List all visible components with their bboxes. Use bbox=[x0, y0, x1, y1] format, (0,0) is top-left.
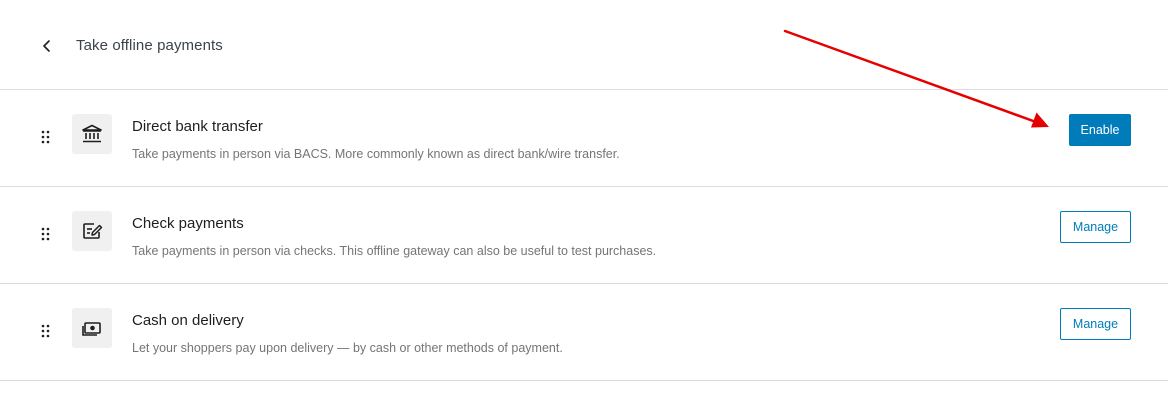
bank-icon bbox=[82, 124, 102, 143]
check-icon bbox=[83, 223, 103, 239]
page-header: Take offline payments bbox=[0, 0, 1168, 90]
drag-handle-icon[interactable] bbox=[40, 322, 52, 340]
payment-method-row-cod: Cash on delivery Let your shoppers pay u… bbox=[0, 284, 1168, 381]
payment-method-description: Take payments in person via BACS. More c… bbox=[132, 147, 620, 161]
cash-icon-container bbox=[72, 308, 112, 348]
payment-method-description: Let your shoppers pay upon delivery — by… bbox=[132, 341, 563, 355]
drag-handle-icon[interactable] bbox=[40, 128, 52, 146]
enable-button[interactable]: Enable bbox=[1069, 114, 1131, 146]
chevron-left-icon bbox=[43, 40, 50, 52]
check-icon-container bbox=[72, 211, 112, 251]
bank-icon-container bbox=[72, 114, 112, 154]
page: Take offline payments Direct bank transf… bbox=[0, 0, 1168, 407]
drag-handle-icon[interactable] bbox=[40, 225, 52, 243]
payment-method-title: Cash on delivery bbox=[132, 312, 244, 329]
payment-method-description: Take payments in person via checks. This… bbox=[132, 244, 657, 258]
manage-button[interactable]: Manage bbox=[1060, 308, 1131, 340]
cash-icon bbox=[82, 322, 101, 336]
payment-method-title: Check payments bbox=[132, 215, 244, 232]
page-title: Take offline payments bbox=[76, 37, 223, 54]
payment-method-row-check: Check payments Take payments in person v… bbox=[0, 187, 1168, 284]
payment-method-row-bank-transfer: Direct bank transfer Take payments in pe… bbox=[0, 90, 1168, 187]
manage-button[interactable]: Manage bbox=[1060, 211, 1131, 243]
payment-method-title: Direct bank transfer bbox=[132, 118, 263, 135]
back-button[interactable] bbox=[36, 35, 58, 57]
